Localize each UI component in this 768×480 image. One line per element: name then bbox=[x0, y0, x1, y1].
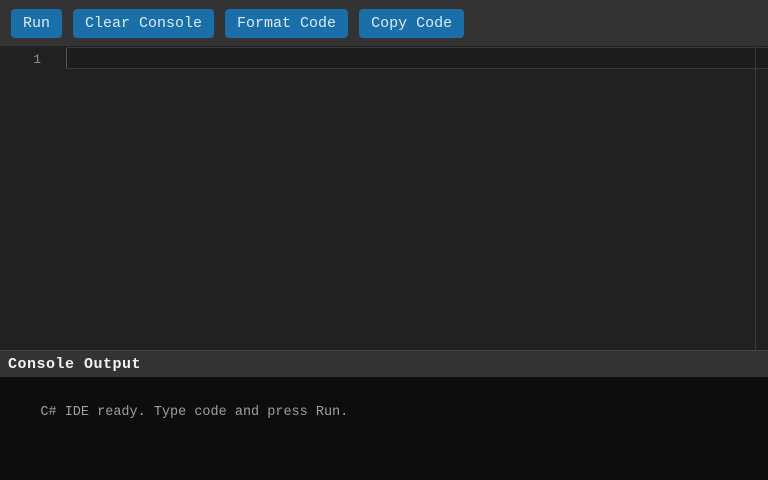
clear-console-button[interactable]: Clear Console bbox=[73, 8, 215, 38]
toolbar: Run Clear Console Format Code Copy Code bbox=[0, 0, 768, 46]
console-output-header: Console Output bbox=[0, 350, 768, 377]
format-code-button[interactable]: Format Code bbox=[225, 8, 349, 38]
console-output-area: C# IDE ready. Type code and press Run. bbox=[0, 377, 768, 480]
line-number: 1 bbox=[33, 52, 41, 67]
copy-code-button[interactable]: Copy Code bbox=[359, 8, 465, 38]
active-line-highlight[interactable] bbox=[66, 47, 768, 69]
run-button[interactable]: Run bbox=[11, 8, 63, 38]
console-output-title: Console Output bbox=[8, 355, 142, 373]
line-number-gutter: 1 bbox=[0, 46, 66, 350]
csharp-ide-app: Run Clear Console Format Code Copy Code … bbox=[0, 0, 768, 480]
console-message: C# IDE ready. Type code and press Run. bbox=[40, 405, 349, 420]
editor-scrollbar-divider bbox=[755, 46, 756, 350]
text-cursor-caret bbox=[66, 48, 67, 68]
code-editor[interactable]: 1 bbox=[0, 46, 768, 350]
